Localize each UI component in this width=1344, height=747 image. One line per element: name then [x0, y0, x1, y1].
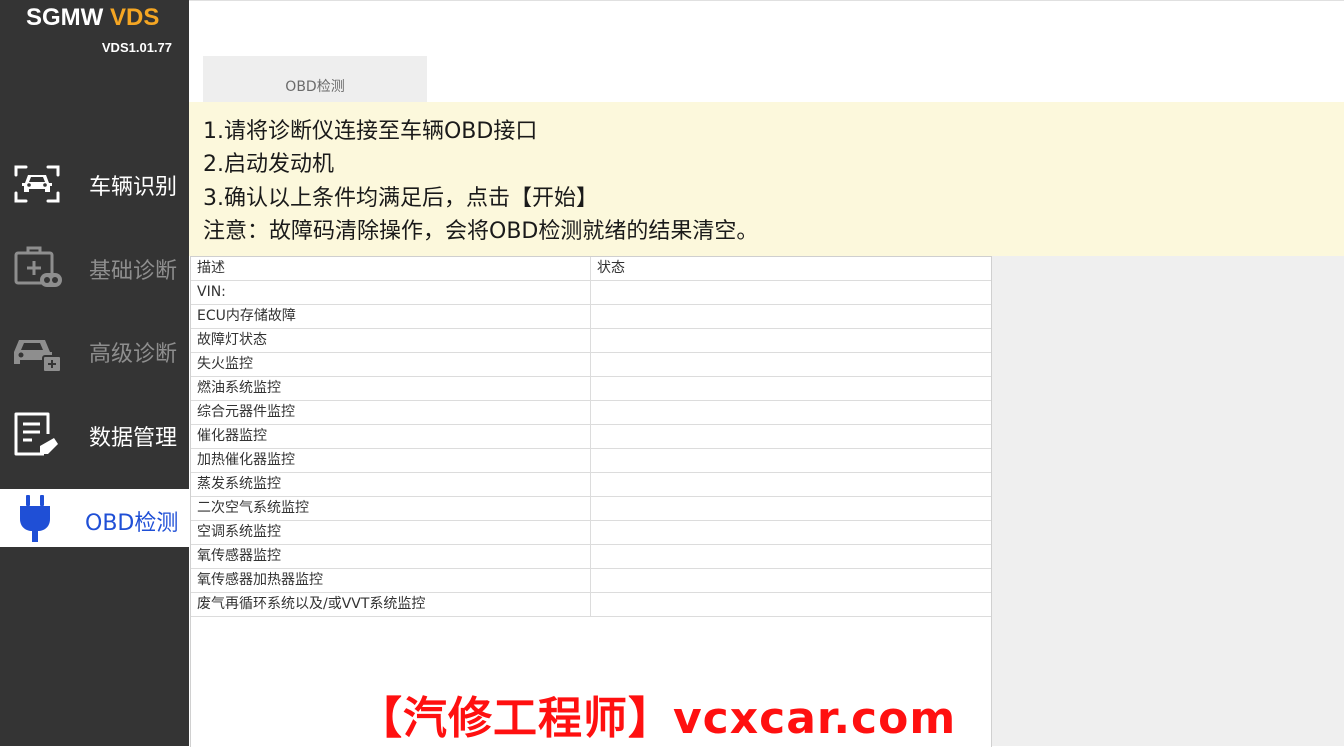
- row-status: [591, 305, 991, 328]
- table-row[interactable]: 空调系统监控: [191, 521, 991, 545]
- row-description: VIN:: [191, 281, 591, 304]
- table-row[interactable]: 催化器监控: [191, 425, 991, 449]
- row-status: [591, 401, 991, 424]
- table-row[interactable]: 氧传感器加热器监控: [191, 569, 991, 593]
- row-status: [591, 593, 991, 616]
- column-header-status: 状态: [597, 260, 625, 276]
- watermark: 【汽修工程师】vcxcar.com: [358, 693, 957, 744]
- table-row[interactable]: VIN:: [191, 281, 991, 305]
- sidebar-item-obd-check[interactable]: OBD检测: [0, 489, 189, 547]
- row-description: 故障灯状态: [191, 329, 591, 352]
- row-status: [591, 329, 991, 352]
- instruction-panel: 1.请将诊断仪连接至车辆OBD接口 2.启动发动机 3.确认以上条件均满足后，点…: [189, 102, 1344, 256]
- table-row[interactable]: 燃油系统监控: [191, 377, 991, 401]
- top-divider: [189, 0, 1344, 1]
- row-description: 加热催化器监控: [191, 449, 591, 472]
- row-description: ECU内存储故障: [191, 305, 591, 328]
- sidebar-item-label: OBD检测: [85, 511, 179, 536]
- row-description: 氧传感器加热器监控: [191, 569, 591, 592]
- sidebar: SGMW VDS VDS1.01.77 车辆识别 基础诊断 高级诊断 数据管理 …: [0, 0, 189, 746]
- row-description: 废气再循环系统以及/或VVT系统监控: [191, 593, 591, 616]
- car-scan-icon: [14, 165, 60, 203]
- instruction-line: 2.启动发动机: [203, 152, 334, 177]
- app-version: VDS1.01.77: [101, 40, 172, 55]
- table-row[interactable]: 废气再循环系统以及/或VVT系统监控: [191, 593, 991, 617]
- car-lock-icon: [14, 340, 62, 373]
- table-row[interactable]: 氧传感器监控: [191, 545, 991, 569]
- row-status: [591, 521, 991, 544]
- row-description: 二次空气系统监控: [191, 497, 591, 520]
- sidebar-item-vehicle-identification[interactable]: 车辆识别: [0, 147, 189, 219]
- obd-result-table: 描述 状态 VIN: ECU内存储故障 故障灯状态 失火监控 燃油系统监控 综合…: [190, 256, 992, 747]
- row-status: [591, 449, 991, 472]
- sidebar-item-label: 数据管理: [89, 426, 178, 451]
- sidebar-item-data-management[interactable]: 数据管理: [0, 398, 189, 470]
- table-row[interactable]: 故障灯状态: [191, 329, 991, 353]
- document-edit-icon: [14, 412, 58, 456]
- app-logo: SGMW VDS: [26, 4, 160, 31]
- table-row[interactable]: 综合元器件监控: [191, 401, 991, 425]
- row-description: 蒸发系统监控: [191, 473, 591, 496]
- plug-icon: [20, 495, 50, 542]
- table-row[interactable]: 二次空气系统监控: [191, 497, 991, 521]
- row-status: [591, 377, 991, 400]
- sidebar-item-label: 基础诊断: [89, 259, 178, 284]
- sidebar-item-advanced-diagnosis[interactable]: 高级诊断: [0, 314, 189, 386]
- row-description: 催化器监控: [191, 425, 591, 448]
- sidebar-item-label: 高级诊断: [89, 342, 178, 367]
- table-header-row: 描述 状态: [191, 257, 991, 281]
- row-status: [591, 473, 991, 496]
- instruction-line: 1.请将诊断仪连接至车辆OBD接口: [203, 119, 538, 144]
- row-status: [591, 545, 991, 568]
- row-status: [591, 281, 991, 304]
- row-description: 燃油系统监控: [191, 377, 591, 400]
- warning-note: 注意：故障码清除操作，会将OBD检测就绪的结果清空。: [203, 219, 759, 244]
- empty-area: [991, 256, 1344, 746]
- row-status: [591, 353, 991, 376]
- table-row[interactable]: 加热催化器监控: [191, 449, 991, 473]
- row-status: [591, 569, 991, 592]
- sidebar-item-basic-diagnosis[interactable]: 基础诊断: [0, 231, 189, 303]
- row-description: 综合元器件监控: [191, 401, 591, 424]
- table-row[interactable]: ECU内存储故障: [191, 305, 991, 329]
- sidebar-item-label: 车辆识别: [89, 175, 178, 200]
- row-description: 氧传感器监控: [191, 545, 591, 568]
- instruction-line: 3.确认以上条件均满足后，点击【开始】: [203, 186, 598, 211]
- column-header-description: 描述: [191, 257, 591, 280]
- row-status: [591, 425, 991, 448]
- row-status: [591, 497, 991, 520]
- table-row[interactable]: 蒸发系统监控: [191, 473, 991, 497]
- table-row[interactable]: 失火监控: [191, 353, 991, 377]
- row-description: 失火监控: [191, 353, 591, 376]
- medical-kit-icon: [14, 246, 62, 287]
- tab-obd-check[interactable]: OBD检测: [203, 56, 427, 102]
- row-description: 空调系统监控: [191, 521, 591, 544]
- tab-label: OBD检测: [285, 79, 345, 95]
